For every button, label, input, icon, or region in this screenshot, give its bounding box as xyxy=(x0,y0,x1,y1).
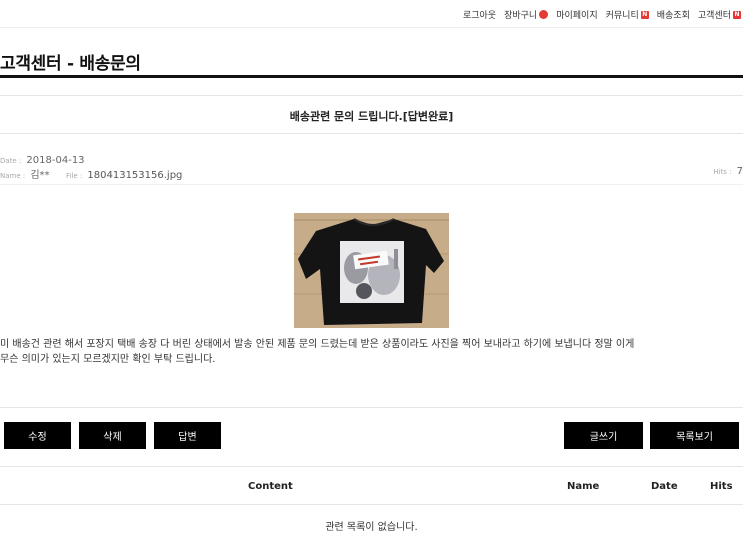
divider xyxy=(0,184,743,185)
file-label: File : xyxy=(66,172,83,180)
reply-button[interactable]: 답변 xyxy=(154,422,221,449)
customer-center-label: 고객센터 xyxy=(697,11,731,21)
write-button[interactable]: 글쓰기 xyxy=(564,422,643,449)
divider xyxy=(0,504,743,505)
new-badge-icon: N xyxy=(733,10,741,19)
header-divider xyxy=(0,27,743,28)
post-author: Name : 김** xyxy=(0,163,50,182)
divider xyxy=(0,133,743,134)
column-header-content: Content xyxy=(248,481,293,492)
post-body-line: 미 배송건 관련 해서 포장지 택배 송장 다 버린 상태에서 발송 안된 제품… xyxy=(0,339,635,350)
divider xyxy=(0,95,743,96)
name-value: 김** xyxy=(30,170,50,181)
logout-label: 로그아웃 xyxy=(462,11,497,21)
cart-label: 장바구니 xyxy=(504,11,538,21)
mypage-link[interactable]: 마이페이지 xyxy=(556,8,597,21)
column-header-hits: Hits xyxy=(710,481,733,492)
community-label: 커뮤니티 xyxy=(605,11,639,21)
edit-button[interactable]: 수정 xyxy=(4,422,71,449)
community-link[interactable]: 커뮤니티 N xyxy=(606,8,649,21)
empty-list-message: 관련 목록이 없습니다. xyxy=(325,522,418,533)
page-title: 고객센터 - 배송문의 xyxy=(0,54,141,74)
cart-indicator-icon xyxy=(539,10,549,19)
column-header-name: Name xyxy=(567,481,600,492)
delivery-lookup-link[interactable]: 배송조회 xyxy=(657,8,690,21)
post-body-line: 무슨 의미가 있는지 모르겠지만 확인 부탁 드립니다. xyxy=(0,354,216,365)
delivery-lookup-label: 배송조회 xyxy=(656,11,690,21)
file-link[interactable]: 180413153156.jpg xyxy=(87,170,182,181)
divider xyxy=(0,466,743,467)
post-body: 미 배송건 관련 해서 포장지 택배 송장 다 버린 상태에서 발송 안된 제품… xyxy=(0,337,743,367)
column-header-date: Date xyxy=(651,481,678,492)
list-button[interactable]: 목록보기 xyxy=(650,422,739,449)
mypage-label: 마이페이지 xyxy=(556,11,598,21)
new-badge-icon: N xyxy=(640,10,649,19)
post-hits: Hits : 7 xyxy=(713,159,743,178)
name-label: Name : xyxy=(0,172,26,180)
post-attachment: File : 180413153156.jpg xyxy=(66,163,182,182)
logout-link[interactable]: 로그아웃 xyxy=(463,8,496,21)
attached-photo xyxy=(294,213,449,328)
title-rule xyxy=(0,75,743,78)
hits-label: Hits : xyxy=(713,168,732,176)
hits-value: 7 xyxy=(736,166,743,177)
customer-center-link[interactable]: 고객센터 N xyxy=(698,8,741,21)
post-subject: 배송관련 문의 드립니다.[답변완료] xyxy=(289,110,454,123)
delete-button[interactable]: 삭제 xyxy=(79,422,146,449)
divider xyxy=(0,407,743,408)
top-nav: 로그아웃 장바구니 마이페이지 커뮤니티 N 배송조회 고객센터 N xyxy=(463,8,741,21)
cart-link[interactable]: 장바구니 xyxy=(504,8,549,21)
